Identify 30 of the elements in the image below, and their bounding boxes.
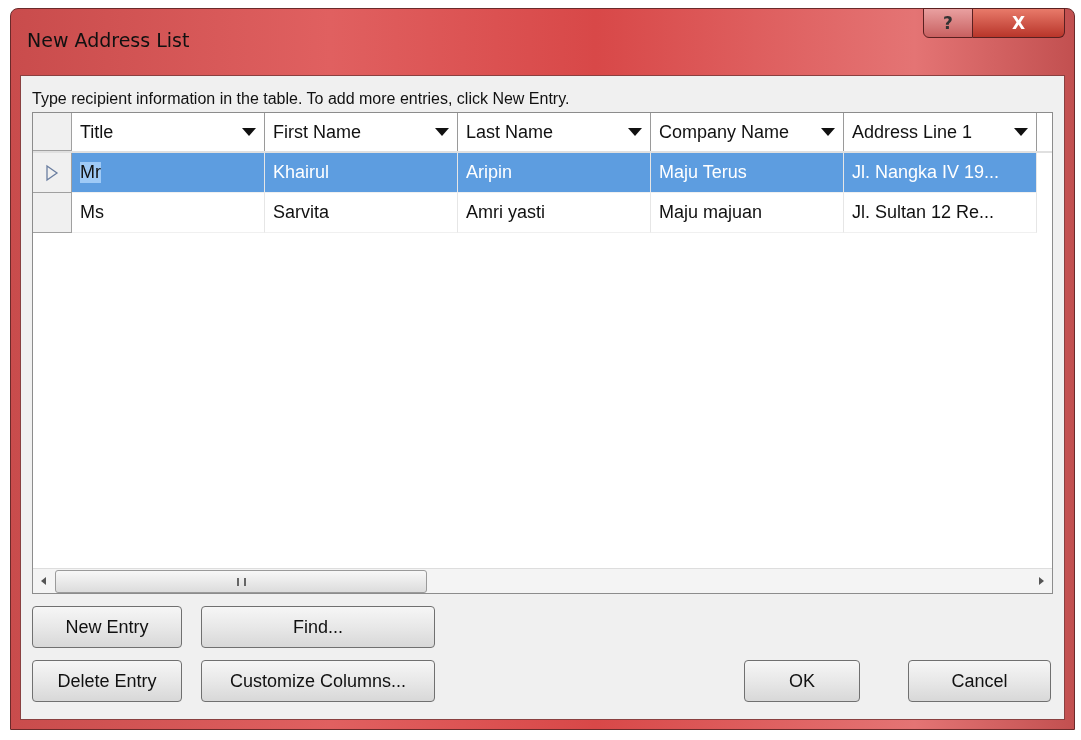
row-header <box>33 113 72 151</box>
dropdown-arrow-icon[interactable] <box>821 128 835 136</box>
table-cell[interactable]: Amri yasti <box>458 193 651 233</box>
dropdown-arrow-icon[interactable] <box>1014 128 1028 136</box>
dropdown-arrow-icon[interactable] <box>628 128 642 136</box>
scroll-thumb[interactable] <box>55 570 427 593</box>
delete-entry-button[interactable]: Delete Entry <box>32 660 182 702</box>
find-button[interactable]: Find... <box>201 606 435 648</box>
dropdown-arrow-icon[interactable] <box>435 128 449 136</box>
close-button[interactable]: X <box>973 8 1065 38</box>
new-entry-button[interactable]: New Entry <box>32 606 182 648</box>
table-cell[interactable]: Ms <box>72 193 265 233</box>
window-title: New Address List <box>27 29 190 51</box>
current-row-icon <box>45 163 59 182</box>
scroll-left-icon[interactable] <box>39 576 49 586</box>
ok-button[interactable]: OK <box>744 660 860 702</box>
table-cell[interactable]: Jl. Sultan 12 Re... <box>844 193 1037 233</box>
help-button[interactable]: ? <box>923 8 973 38</box>
table-cell[interactable]: Maju majuan <box>651 193 844 233</box>
table-cell[interactable]: Sarvita <box>265 193 458 233</box>
dropdown-arrow-icon[interactable] <box>242 128 256 136</box>
cell-edit-field[interactable]: Mr <box>72 153 265 193</box>
grip-icon <box>236 577 246 586</box>
horizontal-scrollbar[interactable] <box>33 568 1052 593</box>
scroll-right-icon[interactable] <box>1036 576 1046 586</box>
cancel-button[interactable]: Cancel <box>908 660 1051 702</box>
table-row[interactable]: Mr Khairul Aripin Maju Terus Jl. Nangka IV 19... <box>33 153 1052 193</box>
customize-columns-button[interactable]: Customize Columns... <box>201 660 435 702</box>
instruction-text: Type recipient information in the table. To add more entries, click New Entry. <box>32 90 571 108</box>
table-row[interactable]: Ms Sarvita Amri yasti Maju majuan Jl. Sultan 12 Re... <box>33 193 1052 233</box>
